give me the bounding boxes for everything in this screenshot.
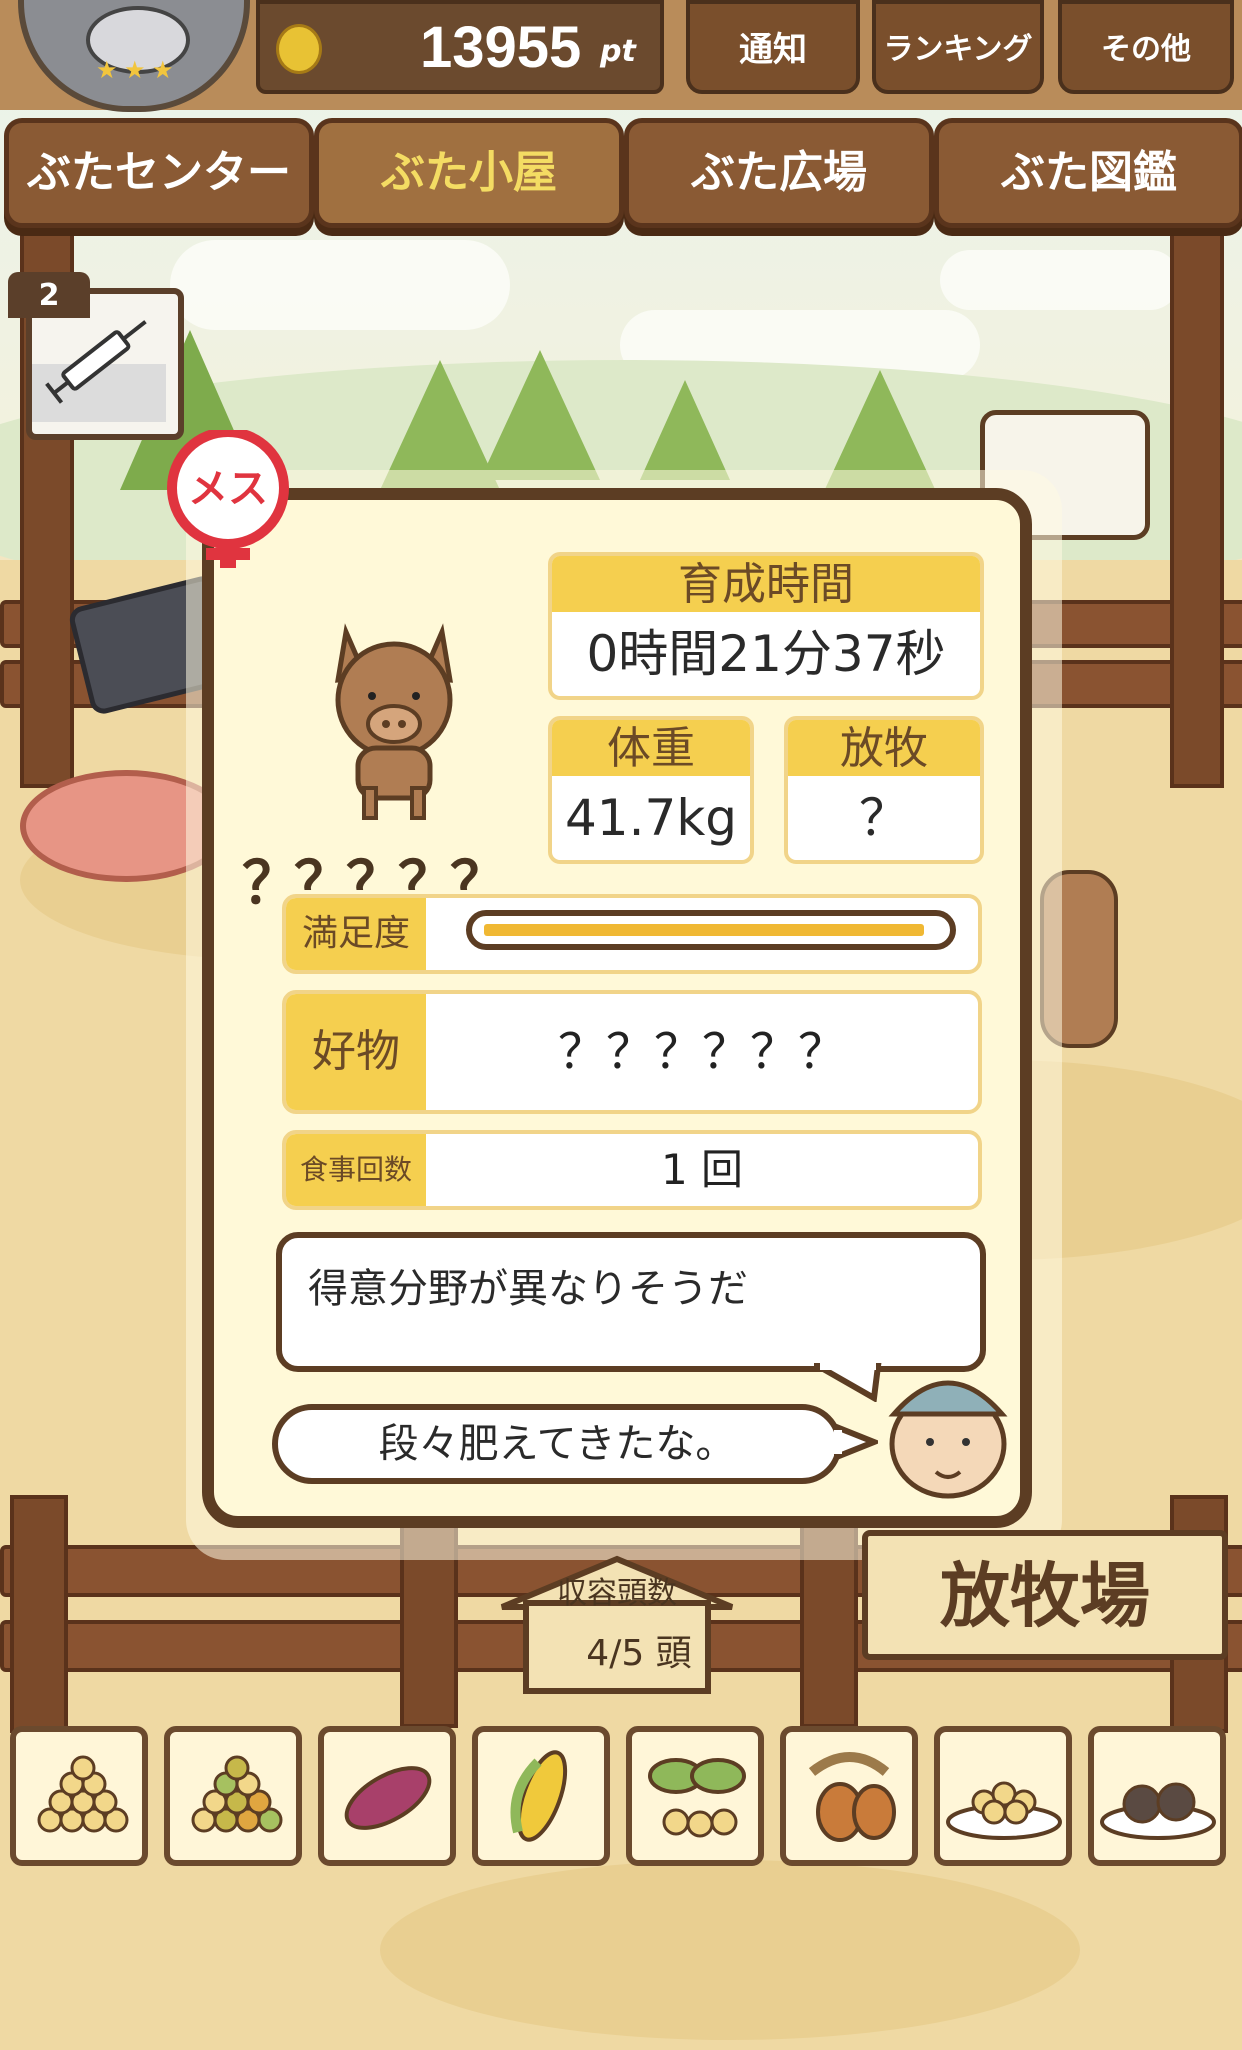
food-slot-3[interactable]	[318, 1726, 456, 1866]
comment-text: 得意分野が異なりそうだ	[308, 1266, 748, 1312]
favorite-value: ？？？？？？	[557, 1024, 846, 1080]
points-display: 13955 pt	[256, 0, 664, 94]
tab-label: ぶた図鑑	[1001, 147, 1177, 198]
speech-tail	[834, 1422, 878, 1462]
tab-label: ぶたセンター	[27, 147, 291, 198]
farmer-face-icon[interactable]	[880, 1362, 1016, 1502]
rank-badge[interactable]: ★ ★ ★	[18, 0, 250, 112]
growth-time-box: 育成時間 0時間21分37秒	[548, 552, 984, 700]
star-icon: ★	[96, 56, 118, 84]
top-bar: ★ ★ ★ 13955 pt 通知 ランキング その他	[0, 0, 1242, 112]
weight-value: 41.7kg	[564, 789, 738, 847]
bean-plate-icon	[946, 1781, 1062, 1840]
satisfaction-row: 満足度	[282, 894, 982, 974]
soybeans-icon	[37, 1755, 129, 1833]
corn-icon	[510, 1750, 568, 1842]
star-icon: ★	[152, 56, 174, 84]
points-value: 13955	[420, 15, 582, 80]
star-icon: ★	[124, 56, 146, 84]
other-button[interactable]: その他	[1058, 0, 1234, 94]
tree	[480, 350, 600, 480]
capacity-sign: 収容頭数 4/5 頭	[500, 1555, 734, 1694]
pig-portrait	[335, 623, 453, 820]
gender-label: メス	[188, 466, 268, 512]
acorn-icon	[808, 1752, 896, 1842]
notify-label: 通知	[739, 30, 807, 70]
notify-button[interactable]: 通知	[686, 0, 860, 94]
ranking-label: ランキング	[883, 32, 1033, 67]
pasture-label: 放牧	[788, 720, 980, 776]
pasture-sign-label: 放牧場	[940, 1555, 1150, 1637]
tab-buta-zukan[interactable]: ぶた図鑑	[934, 118, 1242, 228]
tab-buta-hiroba[interactable]: ぶた広場	[624, 118, 934, 228]
mixed-beans-icon	[191, 1755, 283, 1833]
food-slot-1[interactable]	[10, 1726, 148, 1866]
growth-time-label: 育成時間	[552, 556, 980, 612]
food-slot-6[interactable]	[780, 1726, 918, 1866]
farmer-speech-bubble: 段々肥えてきたな。	[272, 1404, 842, 1484]
pasture-value: ？	[859, 789, 909, 847]
growth-time-value: 0時間21分37秒	[586, 625, 946, 683]
weight-box: 体重 41.7kg	[548, 716, 754, 864]
tab-label: ぶた小屋	[381, 147, 557, 198]
food-slot-7[interactable]	[934, 1726, 1072, 1866]
food-slot-8[interactable]	[1088, 1726, 1226, 1866]
tab-label: ぶた広場	[691, 147, 867, 198]
tree	[640, 380, 730, 480]
tab-buta-center[interactable]: ぶたセンター	[4, 118, 314, 228]
food-slot-5[interactable]	[626, 1726, 764, 1866]
points-unit: pt	[600, 34, 636, 69]
food-slot-4[interactable]	[472, 1726, 610, 1866]
meals-row: 食事回数 1 回	[282, 1130, 982, 1210]
leafy-beans-icon	[648, 1758, 746, 1838]
farmer-speech-text: 段々肥えてきたな。	[378, 1421, 736, 1467]
female-badge-icon: メス	[167, 430, 289, 568]
favorite-label: 好物	[286, 994, 426, 1110]
satisfaction-bar-area	[426, 898, 978, 970]
satisfaction-bar	[466, 910, 956, 950]
satisfaction-label: 満足度	[286, 898, 426, 970]
meals-value: 1 回	[660, 1145, 744, 1194]
cloud	[940, 250, 1180, 310]
capacity-value: 4/5 頭	[586, 1633, 691, 1674]
ranking-button[interactable]: ランキング	[872, 0, 1044, 94]
satisfaction-bar-fill	[484, 924, 924, 936]
fence-post	[10, 1495, 68, 1733]
gate-post-right	[1170, 220, 1224, 788]
comment-bubble: 得意分野が異なりそうだ	[276, 1232, 986, 1372]
weight-label: 体重	[552, 720, 750, 776]
tab-buta-koya[interactable]: ぶた小屋	[314, 118, 624, 228]
capacity-label: 収容頭数	[557, 1576, 677, 1611]
sweet-potato-icon	[344, 1766, 432, 1830]
coin-icon	[276, 24, 322, 74]
cloud	[170, 240, 510, 330]
pasture-box: 放牧 ？	[784, 716, 984, 864]
favorite-row: 好物 ？？？？？？	[282, 990, 982, 1114]
item-count: 2	[8, 272, 90, 318]
other-label: その他	[1101, 32, 1191, 67]
ground-patch	[380, 1860, 1080, 2040]
meals-label: 食事回数	[286, 1134, 426, 1206]
bubble-tail	[814, 1362, 882, 1402]
pig-status-card: ？？？？？ 育成時間 0時間21分37秒 体重 41.7kg 放牧 ？ 満足度 …	[202, 488, 1032, 1528]
food-slot-2[interactable]	[164, 1726, 302, 1866]
truffle-plate-icon	[1100, 1782, 1216, 1840]
pasture-sign-button[interactable]: 放牧場	[862, 1530, 1228, 1660]
